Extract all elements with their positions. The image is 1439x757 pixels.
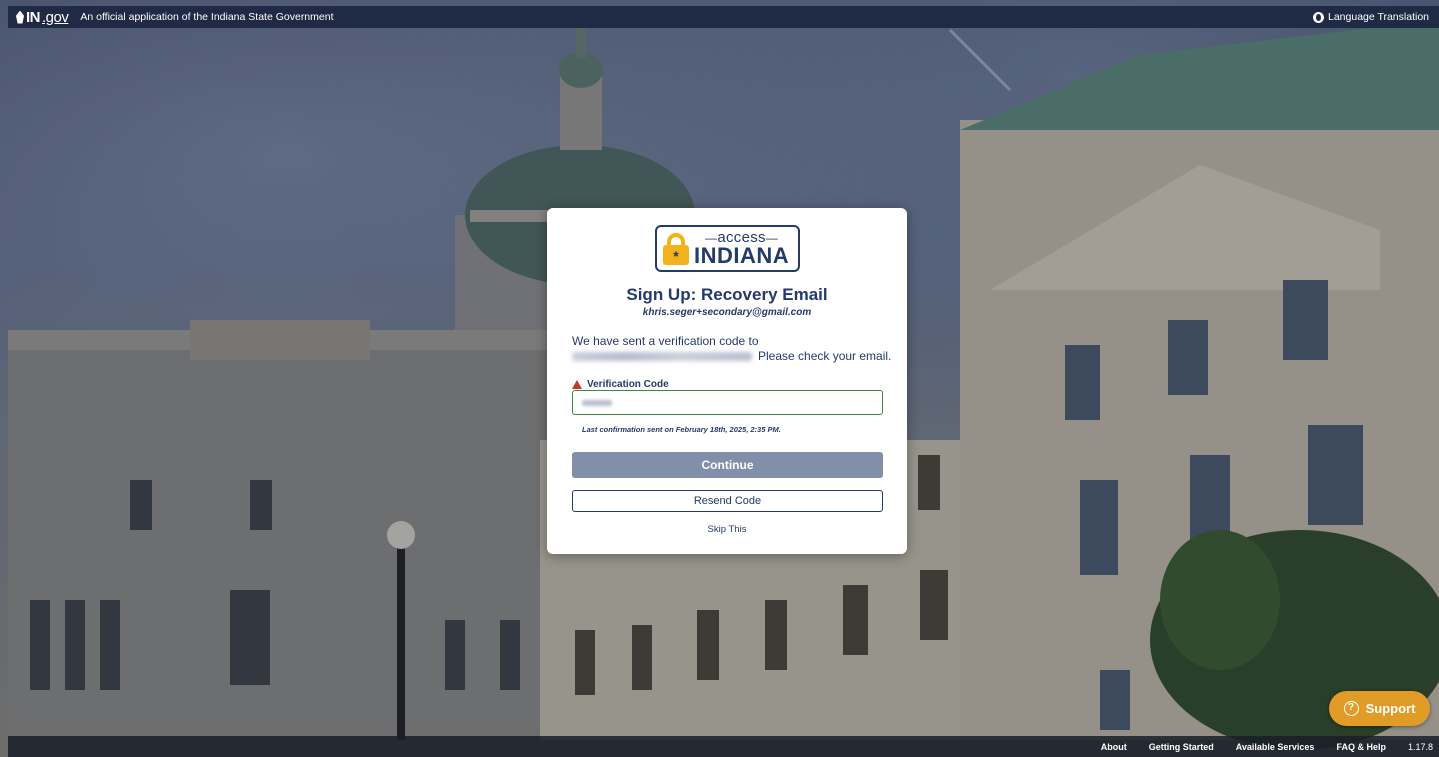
- language-label: Language Translation: [1328, 11, 1429, 23]
- last-confirmation-note: Last confirmation sent on February 18th,…: [582, 425, 781, 434]
- warning-icon: [572, 380, 582, 389]
- support-label: Support: [1365, 701, 1416, 716]
- resend-code-button[interactable]: Resend Code: [572, 490, 883, 512]
- redacted-email: [572, 351, 752, 361]
- continue-button[interactable]: Continue: [572, 452, 883, 478]
- footer-link-available-services[interactable]: Available Services: [1236, 742, 1315, 752]
- logo-suffix: .gov: [42, 8, 69, 26]
- footer-link-faq-help[interactable]: FAQ & Help: [1336, 742, 1386, 752]
- footer-bar: About Getting Started Available Services…: [8, 736, 1439, 757]
- verification-code-label: Verification Code: [572, 379, 669, 390]
- gov-tagline: An official application of the Indiana S…: [80, 11, 334, 23]
- torch-icon: [16, 10, 24, 24]
- app-version: 1.17.8: [1407, 741, 1433, 752]
- verification-code-input[interactable]: [572, 390, 883, 415]
- check-email-text: Please check your email.: [758, 349, 892, 363]
- in-gov-logo[interactable]: IN .gov: [16, 8, 69, 26]
- account-email: khris.seger+secondary@gmail.com: [642, 307, 812, 318]
- footer-link-about[interactable]: About: [1101, 742, 1127, 752]
- verification-message-line2: Please check your email.: [572, 349, 891, 363]
- page-title: Sign Up: Recovery Email: [626, 285, 828, 304]
- language-translation-link[interactable]: Language Translation: [1313, 11, 1429, 23]
- skip-this-link[interactable]: Skip This: [547, 524, 907, 535]
- redacted-code-value: [582, 400, 612, 406]
- help-circle-icon: ?: [1343, 701, 1359, 716]
- verification-message: We have sent a verification code to: [572, 334, 759, 348]
- access-indiana-logo: * access INDIANA: [655, 225, 800, 272]
- support-button[interactable]: ? Support: [1329, 691, 1430, 726]
- globe-icon: [1313, 11, 1324, 23]
- logo-text: IN: [26, 8, 41, 26]
- padlock-icon: *: [662, 231, 690, 267]
- gov-top-bar: IN .gov An official application of the I…: [8, 6, 1439, 28]
- verification-code-label-text: Verification Code: [587, 379, 669, 390]
- footer-link-getting-started[interactable]: Getting Started: [1149, 742, 1214, 752]
- logo-indiana-text: INDIANA: [694, 243, 790, 268]
- signup-card: * access INDIANA Sign Up: Recovery Email…: [547, 208, 907, 554]
